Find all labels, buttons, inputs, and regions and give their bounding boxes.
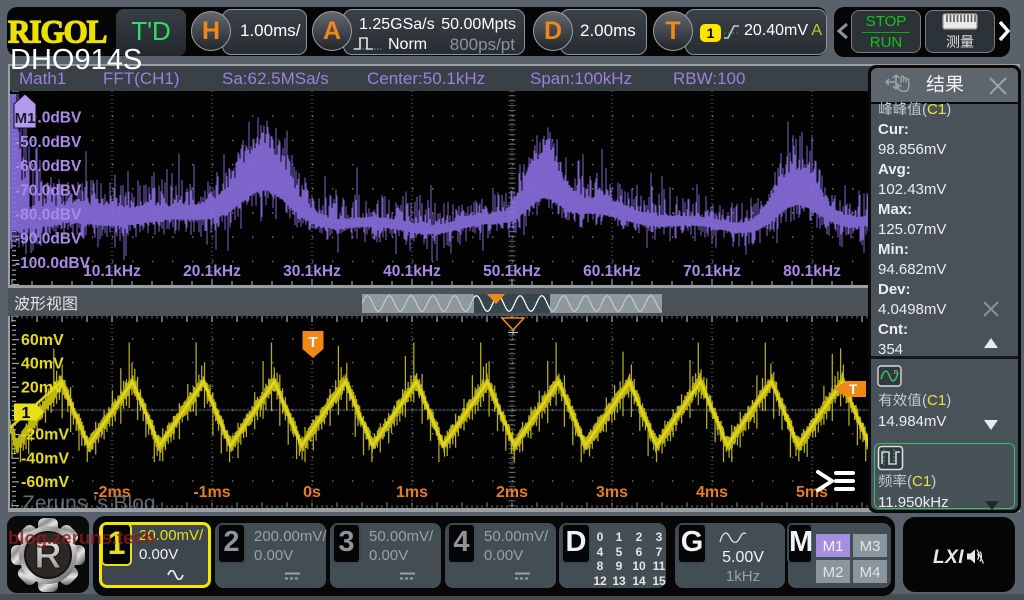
svg-text:60.1kHz: 60.1kHz bbox=[583, 263, 641, 280]
svg-text:20mV: 20mV bbox=[21, 379, 64, 396]
svg-text:50.1kHz: 50.1kHz bbox=[483, 263, 541, 280]
svg-text:1: 1 bbox=[22, 405, 31, 422]
svg-text:-1ms: -1ms bbox=[193, 484, 230, 501]
svg-text:2ms: 2ms bbox=[496, 484, 528, 501]
svg-text:10.1kHz: 10.1kHz bbox=[83, 263, 141, 280]
svg-text:1ms: 1ms bbox=[396, 484, 428, 501]
svg-text:40.1kHz: 40.1kHz bbox=[383, 263, 441, 280]
svg-text:60mV: 60mV bbox=[21, 332, 64, 349]
svg-text:-100.0dBV: -100.0dBV bbox=[15, 255, 91, 272]
svg-text:T: T bbox=[849, 381, 858, 397]
svg-text:Zeruns 's Blog: Zeruns 's Blog bbox=[22, 492, 156, 508]
svg-text:30.1kHz: 30.1kHz bbox=[283, 263, 341, 280]
svg-text:3ms: 3ms bbox=[596, 484, 628, 501]
svg-text:40mV: 40mV bbox=[21, 356, 64, 373]
svg-text:n: n bbox=[894, 369, 898, 376]
svg-text:70.1kHz: 70.1kHz bbox=[683, 263, 741, 280]
svg-text:-20mV: -20mV bbox=[21, 427, 69, 444]
svg-text:-80.0dBV: -80.0dBV bbox=[15, 207, 82, 224]
svg-text:0s: 0s bbox=[303, 484, 321, 501]
svg-text:4ms: 4ms bbox=[696, 484, 728, 501]
svg-text:-90.0dBV: -90.0dBV bbox=[15, 231, 82, 248]
svg-text:M1: M1 bbox=[15, 110, 36, 127]
svg-text:-70.0dBV: -70.0dBV bbox=[15, 182, 82, 199]
svg-text:-60mV: -60mV bbox=[21, 474, 69, 491]
svg-text:T: T bbox=[308, 334, 317, 351]
svg-text:-50.0dBV: -50.0dBV bbox=[15, 134, 82, 151]
svg-text:80.1kHz: 80.1kHz bbox=[783, 263, 841, 280]
svg-text:-60.0dBV: -60.0dBV bbox=[15, 158, 82, 175]
svg-text:-40mV: -40mV bbox=[21, 450, 69, 467]
svg-text:20.1kHz: 20.1kHz bbox=[183, 263, 241, 280]
